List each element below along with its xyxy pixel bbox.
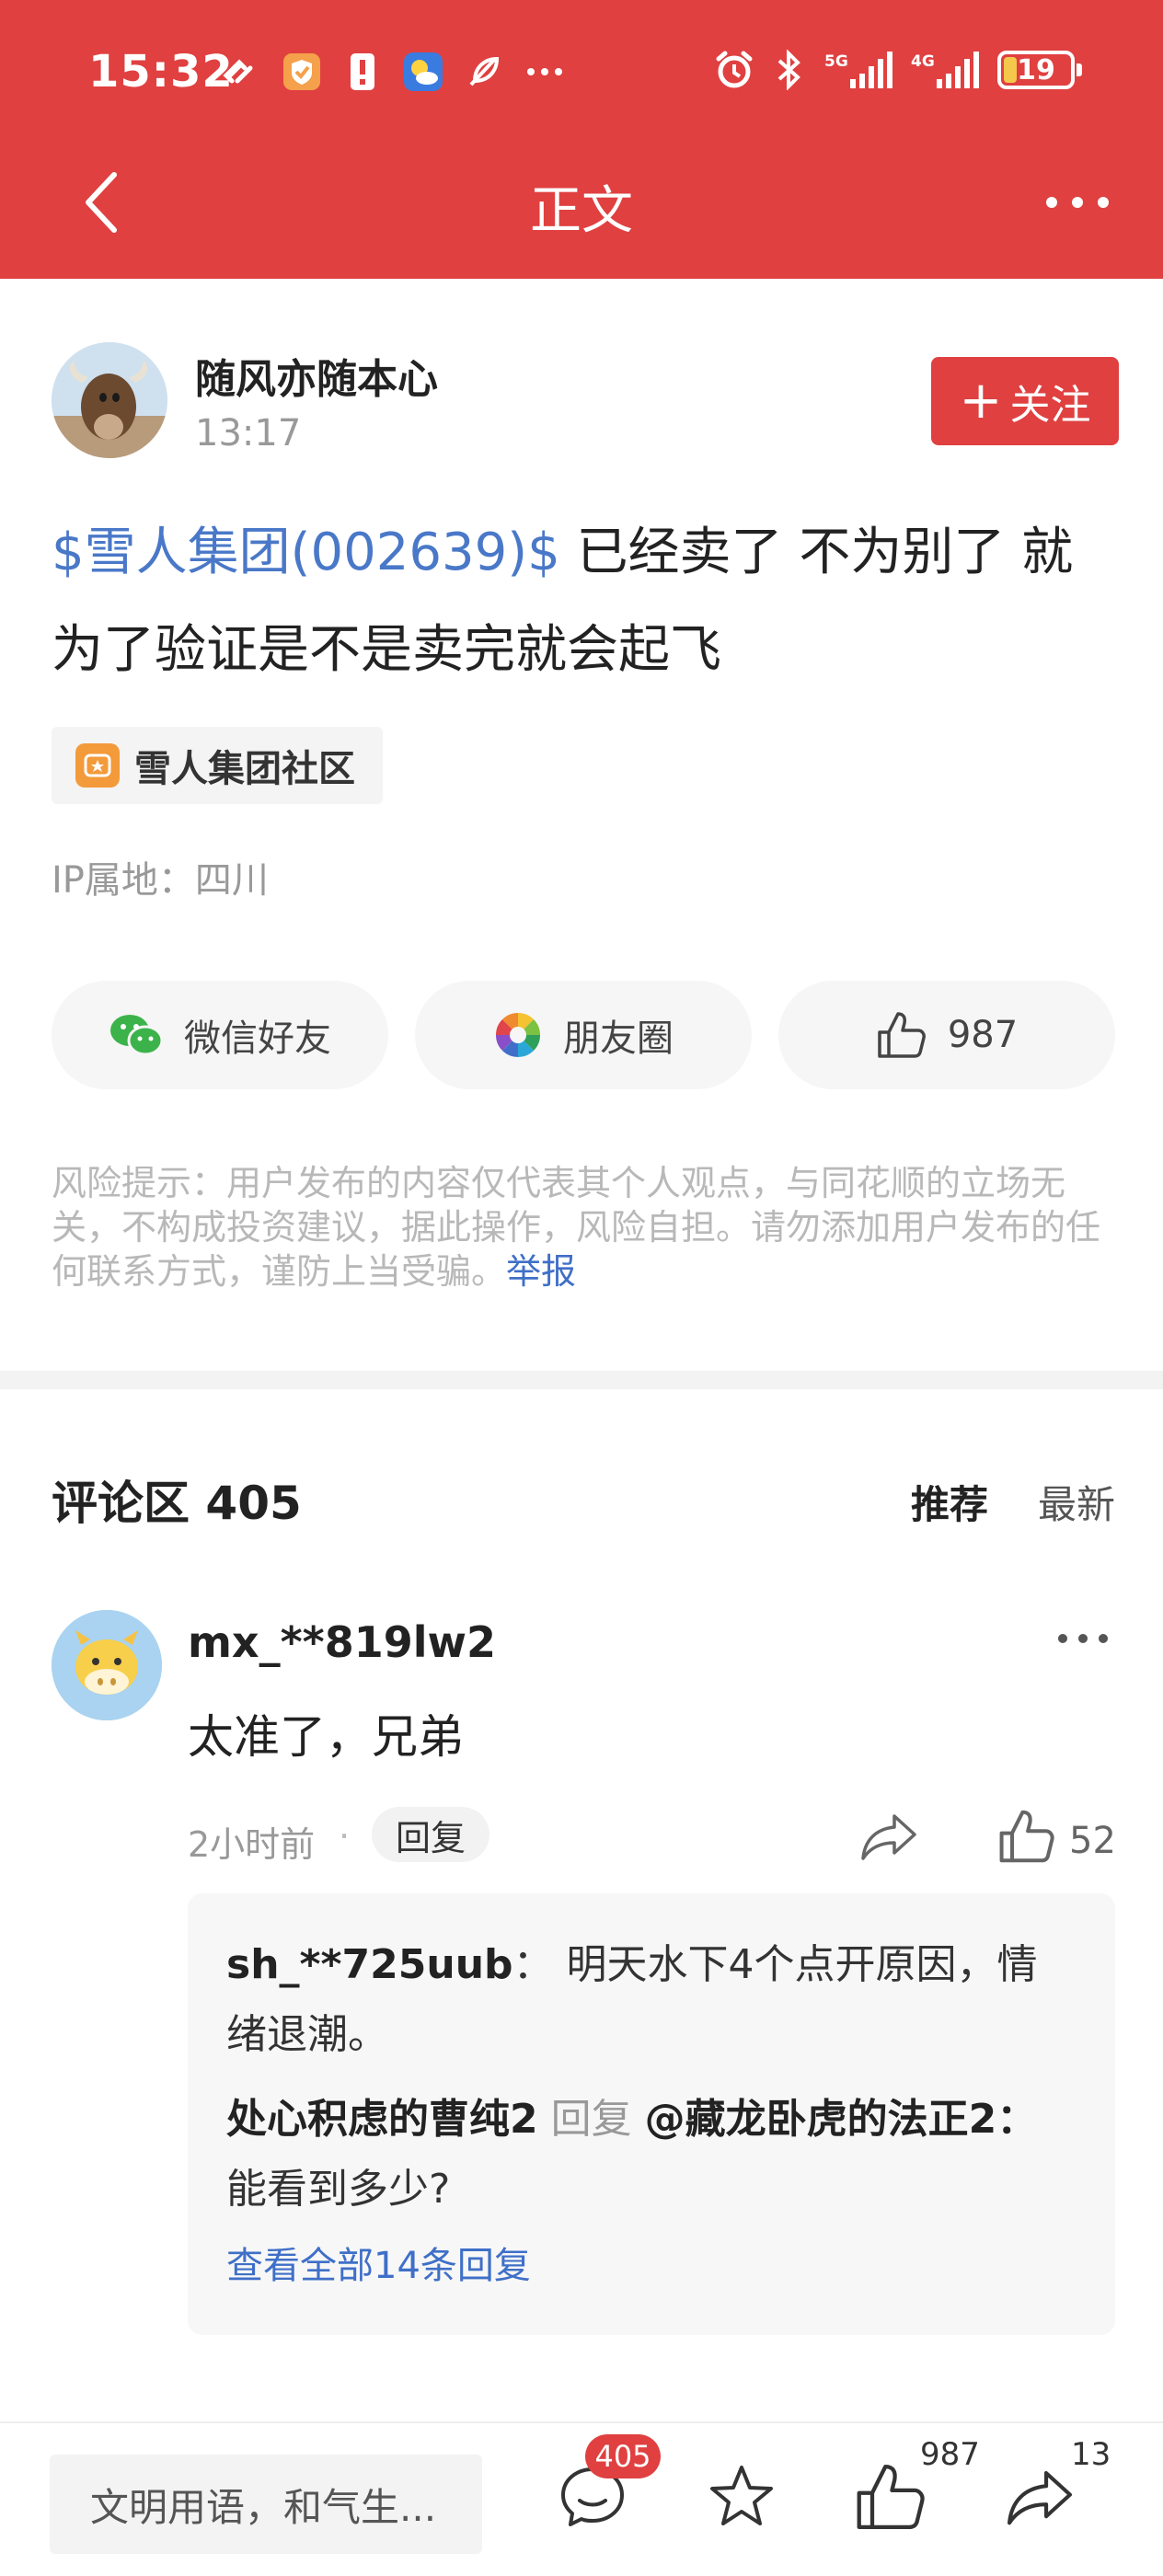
meta-separator: · [339, 1816, 351, 1857]
comments-header: 评论区 405 推荐 最新 [52, 1466, 1115, 1531]
commenter-name[interactable]: mx_**819lw2 [188, 1617, 496, 1667]
battery-level: 19 [1017, 53, 1055, 86]
author-name[interactable]: 随风亦随本心 [195, 346, 438, 405]
signal-4g-icon: 4G [911, 50, 983, 90]
comment-time: 2小时前 [188, 1824, 316, 1865]
thumbs-up-icon [999, 1810, 1054, 1863]
star-icon [710, 2466, 773, 2525]
ip-location: IP属地：四川 [52, 859, 269, 902]
reply-separator: ： [512, 1941, 554, 1988]
risk-notice: 风险提示：用户发布的内容仅代表其个人观点，与同花顺的立场无关，不构成投资建议，据… [52, 1161, 1119, 1294]
reply-word: 回复 [550, 2096, 632, 2143]
share-wechat-button[interactable]: 微信好友 [52, 981, 388, 1089]
sort-recommended-tab[interactable]: 推荐 [911, 1474, 988, 1530]
battery-icon: 19 [997, 51, 1082, 89]
reply-item[interactable]: sh_**725uub： 明天水下4个点开原因，情绪退潮。 [226, 1930, 1077, 2070]
bottom-share-count: 13 [1071, 2436, 1111, 2473]
post-content: $雪人集团(002639)$ 已经卖了 不为别了 就为了验证是不是卖完就会起飞 [52, 504, 1119, 699]
network-4g-label: 4G [911, 52, 935, 71]
weather-icon [403, 52, 443, 92]
stock-tag-link[interactable]: $雪人集团(002639)$ [52, 523, 560, 582]
commenter-avatar[interactable] [52, 1610, 162, 1720]
thumbs-up-icon [857, 2465, 925, 2530]
community-name: 雪人集团社区 [134, 748, 355, 790]
page-title: 正文 [530, 181, 633, 241]
navbar: 正文 [0, 147, 1163, 258]
moments-icon [495, 1012, 541, 1058]
alert-icon [342, 52, 383, 92]
alarm-icon [714, 50, 754, 90]
post-author: 随风亦随本心 13:17 + 关注 [52, 342, 1119, 462]
share-arrow-icon [1008, 2471, 1072, 2525]
reply-text: 能看到多少? [226, 2166, 451, 2213]
comment-text: 太准了，兄弟 [188, 1710, 464, 1764]
comment-like-count: 52 [1069, 1820, 1116, 1862]
share-arrow-icon [861, 1814, 916, 1860]
bluetooth-icon [769, 50, 810, 90]
post-like-count: 987 [947, 1014, 1019, 1056]
community-tag[interactable]: 雪人集团社区 [52, 727, 383, 804]
share-moments-button[interactable]: 朋友圈 [415, 981, 752, 1089]
comment-reply-button[interactable]: 回复 [372, 1807, 490, 1862]
link-icon [221, 52, 261, 92]
share-row: 微信好友 朋友圈 987 [52, 981, 1115, 1089]
share-wechat-label: 微信好友 [184, 1018, 331, 1060]
author-avatar[interactable] [52, 342, 167, 458]
reply-separator: ： [996, 2096, 1038, 2143]
bottom-share-button[interactable] [1003, 2460, 1077, 2534]
report-link[interactable]: 举报 [506, 1251, 576, 1292]
sort-latest-tab[interactable]: 最新 [1038, 1474, 1115, 1530]
feather-icon [464, 52, 504, 92]
more-notifications-icon [524, 52, 565, 92]
thumbs-up-icon [878, 1012, 926, 1058]
reply-item[interactable]: 处心积虑的曹纯2 回复 @藏龙卧虎的法正2： 能看到多少? [226, 2085, 1077, 2225]
comment-meta: 2小时前 · 回复 52 [188, 1807, 1116, 1866]
view-all-replies-link[interactable]: 查看全部14条回复 [226, 2236, 1077, 2289]
signal-5g-icon: 5G [824, 50, 896, 90]
reply-box: sh_**725uub： 明天水下4个点开原因，情绪退潮。 处心积虑的曹纯2 回… [188, 1893, 1115, 2335]
comment-input[interactable]: 文明用语，和气生... [50, 2455, 482, 2554]
comment-count-badge: 405 [585, 2434, 661, 2478]
share-moments-label: 朋友圈 [563, 1018, 674, 1060]
bull-avatar-icon [52, 342, 167, 458]
bottom-like-button[interactable] [854, 2460, 927, 2534]
post-like-button[interactable]: 987 [778, 981, 1115, 1089]
system-icons: 5G 4G 19 [714, 50, 1082, 90]
plus-icon: + [959, 371, 1003, 431]
favorite-button[interactable] [705, 2460, 778, 2534]
comment-more-button[interactable] [1051, 1616, 1115, 1662]
community-icon [75, 743, 120, 788]
network-5g-label: 5G [824, 52, 848, 71]
comments-title: 评论区 405 [52, 1477, 302, 1530]
comment-share-button[interactable] [858, 1807, 920, 1866]
follow-label: 关注 [1009, 382, 1091, 429]
cow-avatar-icon [52, 1610, 162, 1720]
bottom-like-count: 987 [920, 2436, 980, 2473]
comment-like-button[interactable] [997, 1807, 1056, 1866]
reply-target-user[interactable]: @藏龙卧虎的法正2 [645, 2096, 997, 2143]
notification-icons [221, 52, 565, 92]
more-dots-icon [1058, 1634, 1108, 1643]
post-time: 13:17 [195, 412, 302, 454]
status-time: 15:32 [88, 46, 234, 98]
follow-button[interactable]: + 关注 [931, 357, 1119, 445]
section-divider [0, 1371, 1163, 1389]
wechat-icon [110, 1015, 164, 1056]
shield-app-icon [282, 52, 322, 92]
comments-sort: 推荐 最新 [911, 1474, 1115, 1530]
more-button[interactable] [1036, 175, 1119, 230]
more-dots-icon [1046, 197, 1109, 208]
bottom-bar: 文明用语，和气生... 405 987 13 [0, 2421, 1163, 2576]
status-bar: 15:32 5G 4G 19 [0, 37, 1163, 110]
top-header: 15:32 5G 4G 19 正文 [0, 0, 1163, 279]
reply-user[interactable]: 处心积虑的曹纯2 [226, 2096, 538, 2143]
reply-user[interactable]: sh_**725uub [226, 1941, 513, 1988]
